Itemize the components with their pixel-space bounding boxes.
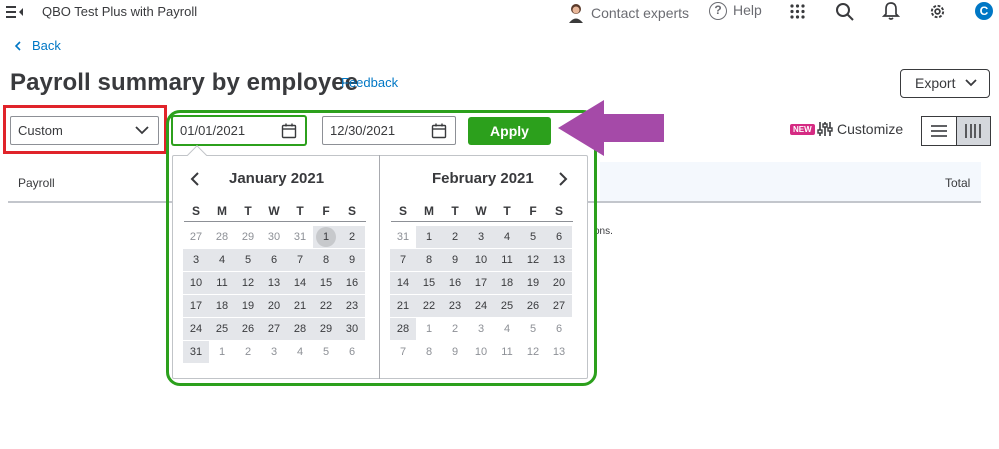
page-title: Payroll summary by employee bbox=[10, 69, 359, 96]
column-view-icon bbox=[965, 124, 982, 138]
apps-grid-icon[interactable] bbox=[790, 4, 805, 19]
back-link[interactable]: Back bbox=[14, 38, 61, 53]
menu-collapse-icon[interactable] bbox=[6, 5, 26, 19]
column-header-payroll[interactable]: Payroll bbox=[18, 176, 55, 190]
help-button[interactable]: ? Help bbox=[709, 2, 762, 21]
expert-avatar-icon bbox=[569, 4, 583, 23]
back-label: Back bbox=[32, 38, 61, 53]
column-view-button[interactable] bbox=[955, 117, 990, 145]
new-badge: NEW bbox=[790, 124, 815, 135]
notification-bell-icon[interactable] bbox=[882, 1, 900, 21]
export-button[interactable]: Export bbox=[900, 69, 990, 98]
table-header-highlight bbox=[600, 162, 981, 201]
column-header-total[interactable]: Total bbox=[945, 176, 970, 190]
contact-experts-link[interactable]: Contact experts bbox=[567, 3, 689, 23]
contact-experts-label: Contact experts bbox=[591, 5, 690, 21]
report-period-select[interactable]: Custom bbox=[10, 116, 159, 145]
sliders-icon bbox=[817, 122, 833, 136]
company-name: QBO Test Plus with Payroll bbox=[42, 4, 198, 19]
help-label: Help bbox=[733, 2, 762, 18]
user-avatar[interactable]: C bbox=[975, 2, 993, 20]
chevron-left-icon bbox=[14, 41, 21, 51]
chevron-down-icon bbox=[965, 79, 977, 87]
feedback-link[interactable]: Feedback bbox=[341, 75, 398, 90]
export-label: Export bbox=[915, 75, 956, 91]
help-icon: ? bbox=[709, 2, 727, 21]
view-toggle[interactable] bbox=[921, 116, 991, 146]
list-view-button[interactable] bbox=[922, 117, 956, 145]
annotation-arrow-icon bbox=[558, 100, 664, 156]
settings-gear-icon[interactable] bbox=[928, 2, 947, 21]
date-range-annotation-box bbox=[166, 110, 597, 386]
report-period-value: Custom bbox=[18, 123, 63, 138]
chevron-down-icon bbox=[135, 126, 149, 135]
customize-button[interactable]: Customize bbox=[817, 121, 903, 137]
list-view-icon bbox=[930, 125, 947, 137]
search-icon[interactable] bbox=[835, 2, 854, 21]
customize-label: Customize bbox=[837, 121, 904, 137]
